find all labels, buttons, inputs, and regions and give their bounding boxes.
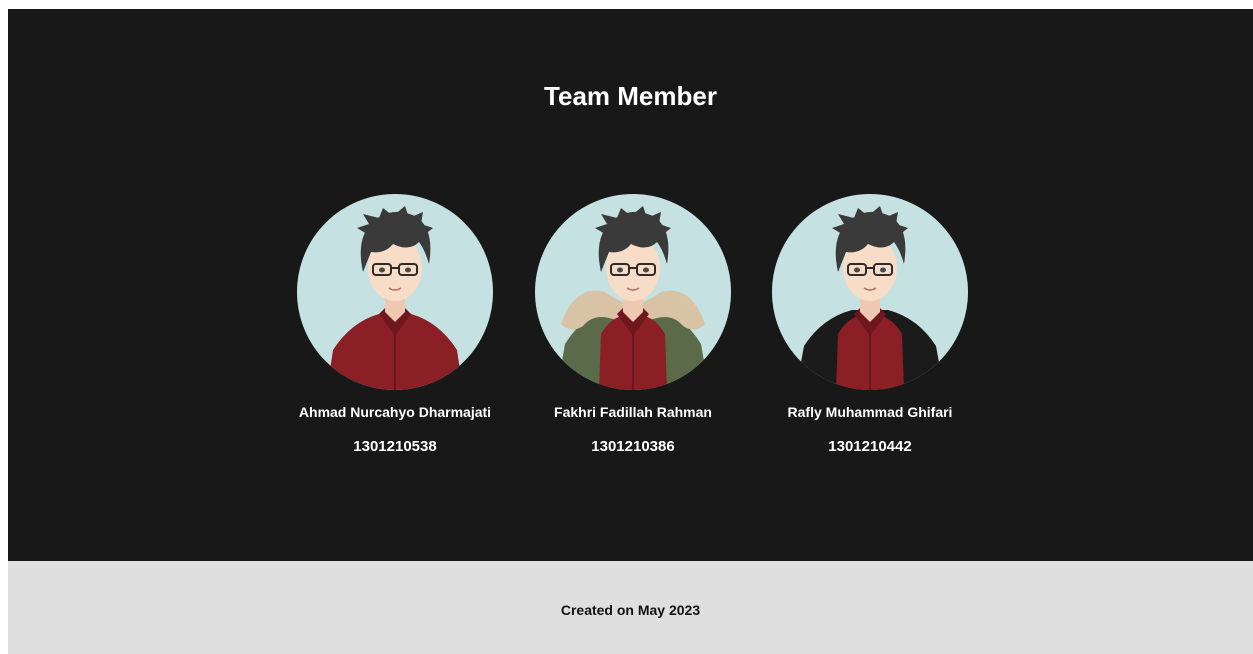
team-member-card: Fakhri Fadillah Rahman 1301210386 [513, 194, 753, 456]
team-section: Team Member Ahmad Nurcahyo Dharmajati 13… [8, 9, 1253, 561]
footer: Created on May 2023 [8, 561, 1253, 654]
member-name: Ahmad Nurcahyo Dharmajati [298, 404, 492, 420]
team-member-card: Ahmad Nurcahyo Dharmajati 1301210538 [275, 194, 515, 456]
member-name: Fakhri Fadillah Rahman [554, 404, 712, 420]
anime-avatar-glasses-red-shirt-icon [297, 194, 493, 390]
member-id: 1301210538 [353, 438, 437, 455]
avatar [535, 194, 731, 390]
member-id: 1301210442 [828, 438, 912, 455]
team-member-card: Rafly Muhammad Ghifari 1301210442 [750, 194, 990, 456]
avatar [297, 194, 493, 390]
member-id: 1301210386 [591, 438, 675, 455]
footer-text: Created on May 2023 [560, 602, 701, 618]
avatar [772, 194, 968, 390]
team-title: Team Member [544, 81, 717, 111]
anime-avatar-glasses-black-jacket-icon [772, 194, 968, 390]
member-name: Rafly Muhammad Ghifari [787, 404, 953, 420]
page: Team Member Ahmad Nurcahyo Dharmajati 13… [8, 9, 1253, 654]
anime-avatar-glasses-parka-icon [535, 194, 731, 390]
